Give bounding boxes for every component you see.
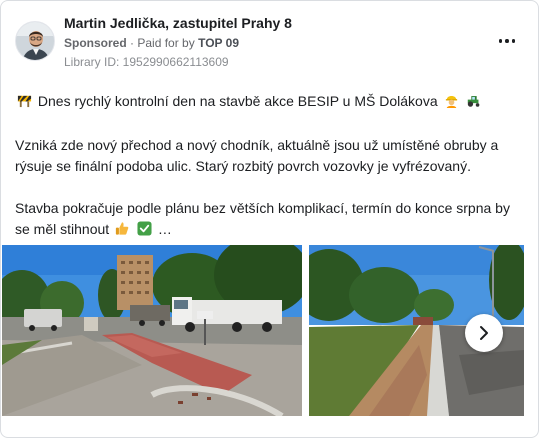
sponsored-post-card: Martin Jedlička, zastupitel Prahy 8 Spon… — [0, 0, 539, 438]
page-avatar[interactable] — [15, 21, 55, 61]
construction-barrier-icon — [17, 93, 32, 114]
post-paragraph-2: Vzniká zde nový přechod a nový chodník, … — [15, 137, 499, 174]
thumbs-up-icon — [115, 221, 129, 242]
sponsor-line: Sponsored · Paid for by TOP 09 — [64, 36, 239, 50]
check-mark-icon — [137, 221, 152, 242]
chevron-right-icon[interactable] — [465, 314, 503, 352]
sponsored-label: Sponsored — [64, 36, 127, 50]
post-paragraph-1: Dnes rychlý kontrolní den na stavbě akce… — [15, 91, 527, 114]
see-more-ellipsis[interactable]: … — [158, 221, 172, 237]
post-paragraph-3-text: Stavba pokračuje podle plánu bez větších… — [15, 200, 510, 237]
paid-for-prefix: Paid for by — [137, 36, 195, 50]
payer-name[interactable]: TOP 09 — [198, 36, 239, 50]
photo-carousel — [1, 245, 538, 416]
post-paragraph-1-text: Dnes rychlý kontrolní den na stavbě akce… — [37, 93, 438, 109]
more-options-icon[interactable] — [493, 31, 521, 51]
page-name-link[interactable]: Martin Jedlička, zastupitel Prahy 8 — [64, 15, 292, 31]
post-text: Dnes rychlý kontrolní den na stavbě akce… — [15, 91, 527, 242]
post-paragraph-3: Stavba pokračuje podle plánu bez větších… — [15, 198, 527, 242]
ad-library-id: Library ID: 1952990662113609 — [64, 55, 229, 69]
construction-site-crosswalk-photo[interactable] — [2, 245, 302, 416]
tractor-icon — [466, 93, 482, 114]
meta-separator: · — [130, 36, 135, 50]
construction-worker-icon — [444, 93, 459, 114]
